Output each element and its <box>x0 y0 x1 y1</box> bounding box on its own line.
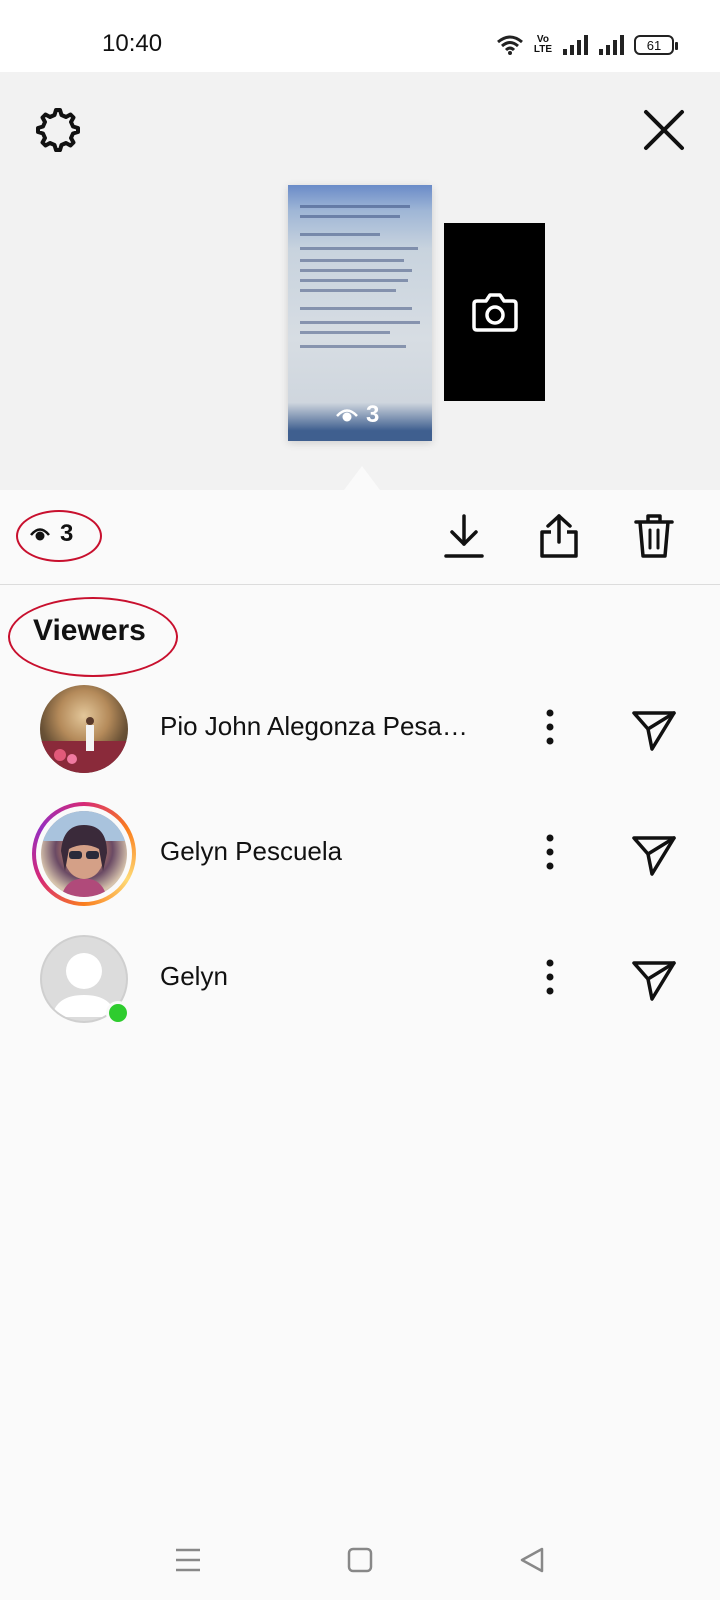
send-icon[interactable] <box>630 705 678 753</box>
status-icons: Vo LTE 61 <box>496 34 678 56</box>
send-icon[interactable] <box>630 830 678 878</box>
story-actions-row: 3 <box>0 490 720 585</box>
eye-icon <box>30 528 50 541</box>
story-views-count: 3 <box>366 401 380 428</box>
battery-icon: 61 <box>634 35 678 55</box>
close-icon[interactable] <box>638 104 690 156</box>
viewers-heading: Viewers <box>33 614 146 647</box>
views-counter[interactable]: 3 <box>30 520 73 548</box>
avatar-photo <box>40 717 128 773</box>
story-preview-panel: 3 <box>0 72 720 490</box>
story-thumbnail[interactable]: 3 <box>288 185 432 441</box>
more-vertical-icon[interactable] <box>538 953 562 1001</box>
volte-indicator: Vo LTE <box>534 35 552 55</box>
viewer-row[interactable]: Pio John Alegonza Pesa… <box>0 673 720 783</box>
story-views: 3 <box>336 401 379 429</box>
viewer-name[interactable]: Pio John Alegonza Pesa… <box>160 711 468 742</box>
viewer-row[interactable]: Gelyn Pescuela <box>0 798 720 908</box>
volte-bottom: LTE <box>533 44 552 55</box>
download-button[interactable] <box>440 510 488 562</box>
status-time: 10:40 <box>102 30 163 57</box>
send-icon[interactable] <box>630 955 678 1003</box>
views-count-text: 3 <box>60 520 74 547</box>
viewer-row[interactable]: Gelyn <box>0 923 720 1033</box>
download-icon <box>444 514 484 558</box>
share-button[interactable] <box>535 510 583 562</box>
signal-icon-2 <box>599 35 624 55</box>
more-vertical-icon[interactable] <box>538 703 562 751</box>
home-square-icon[interactable] <box>340 1540 380 1580</box>
delete-button[interactable] <box>630 510 678 562</box>
add-story-camera-tile[interactable] <box>444 223 545 401</box>
battery-level: 61 <box>646 37 662 53</box>
back-triangle-icon[interactable] <box>512 1540 552 1580</box>
viewer-name[interactable]: Gelyn Pescuela <box>160 836 342 867</box>
avatar[interactable] <box>40 685 128 773</box>
eye-icon <box>336 409 358 422</box>
trash-icon <box>634 514 674 558</box>
wifi-icon <box>496 35 523 55</box>
avatar[interactable] <box>41 811 127 897</box>
camera-icon <box>471 293 518 332</box>
online-status-dot <box>106 1001 130 1025</box>
share-icon <box>540 514 578 558</box>
more-vertical-icon[interactable] <box>538 828 562 876</box>
viewer-name[interactable]: Gelyn <box>160 961 228 992</box>
menu-icon[interactable] <box>168 1540 208 1580</box>
settings-icon[interactable] <box>30 104 82 156</box>
signal-icon-1 <box>563 35 588 55</box>
status-bar: 10:40 Vo LTE 61 <box>0 0 720 72</box>
system-nav-bar <box>0 1520 720 1600</box>
avatar-photo <box>41 811 127 897</box>
selected-pointer <box>344 466 380 490</box>
